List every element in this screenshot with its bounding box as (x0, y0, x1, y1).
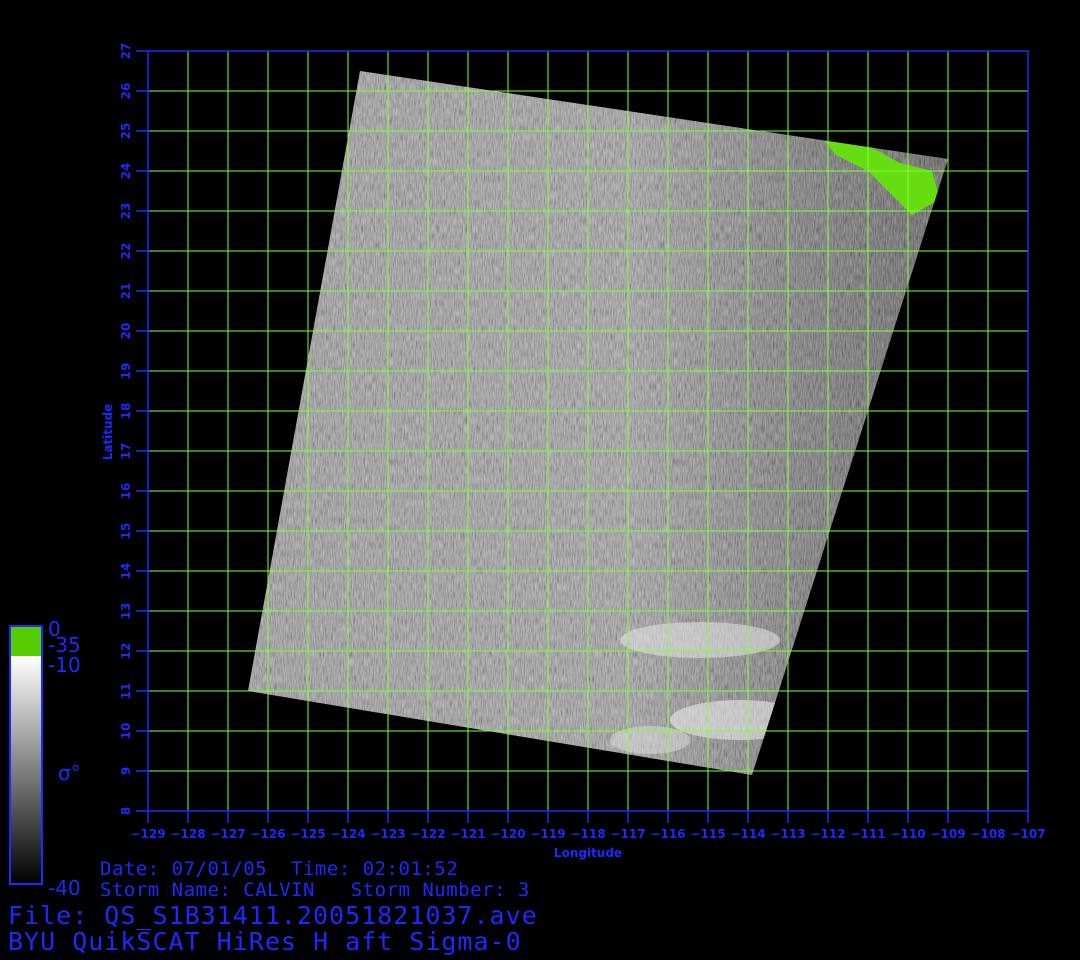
lon-tick-label: −128 (170, 827, 205, 841)
lat-tick-label: 25 (119, 123, 133, 140)
lat-tick-label: 13 (119, 603, 133, 620)
bright-patch (670, 700, 810, 740)
lon-tick-label: −112 (810, 827, 845, 841)
lon-tick-label: −109 (930, 827, 965, 841)
colorbar-top-swatch (10, 626, 42, 656)
lon-tick-label: −114 (730, 827, 765, 841)
bright-patch (610, 726, 690, 754)
lon-tick-label: −123 (370, 827, 405, 841)
lon-tick-label: −122 (410, 827, 445, 841)
lat-tick-label: 17 (119, 443, 133, 460)
lat-tick-label: 26 (119, 83, 133, 100)
lon-tick-label: −115 (690, 827, 725, 841)
lat-tick-label: 9 (119, 767, 133, 775)
storm-info-line: Storm Name: CALVIN Storm Number: 3 (100, 879, 530, 901)
longitude-tick-labels: −129 −128 −127 −126 −125 −124 −123 −122 −121 −120… (130, 827, 1045, 841)
file-name-line: File: QS_S1B31411.20051821037.ave (8, 901, 538, 930)
lon-tick-label: −124 (330, 827, 365, 841)
date-time-line: Date: 07/01/05 Time: 02:01:52 (100, 858, 459, 880)
lon-tick-label: −125 (290, 827, 325, 841)
lat-tick-label: 11 (119, 683, 133, 700)
lat-tick-label: 19 (119, 363, 133, 380)
lon-tick-label: −129 (130, 827, 165, 841)
lat-tick-label: 22 (119, 243, 133, 260)
lat-tick-label: 24 (119, 163, 133, 180)
map-figure: −129 −128 −127 −126 −125 −124 −123 −122 −121 −120… (9, 43, 1046, 900)
lat-tick-label: 23 (119, 203, 133, 220)
lon-tick-label: −117 (610, 827, 645, 841)
lon-tick-label: −126 (250, 827, 285, 841)
lon-tick-label: −107 (1010, 827, 1045, 841)
lat-tick-label: 16 (119, 483, 133, 500)
lon-tick-label: −108 (970, 827, 1005, 841)
lon-tick-label: −118 (570, 827, 605, 841)
lat-tick-label: 21 (119, 283, 133, 300)
lat-tick-label: 12 (119, 643, 133, 660)
colorbar-label-minus10: -10 (48, 653, 81, 677)
colorbar-sigma-symbol: σ° (58, 761, 81, 785)
colorbar: 0 -35 -10 -40 σ° (9, 617, 81, 900)
lon-tick-label: −113 (770, 827, 805, 841)
colorbar-label-minus40: -40 (48, 876, 81, 900)
lon-tick-label: −111 (850, 827, 885, 841)
lat-tick-label: 10 (119, 723, 133, 740)
bright-patch (620, 622, 780, 658)
lat-tick-label: 8 (119, 807, 133, 815)
lon-tick-label: −116 (650, 827, 685, 841)
lon-tick-label: −119 (530, 827, 565, 841)
y-axis-title: Latitude (101, 404, 115, 461)
x-axis-title: Longitude (554, 846, 622, 860)
latitude-tick-labels: 8 9 10 11 12 13 14 15 16 17 18 19 20 21 22 23 24 25 26 27 (119, 43, 133, 816)
lon-tick-label: −121 (450, 827, 485, 841)
lat-tick-label: 20 (119, 323, 133, 340)
lat-tick-label: 15 (119, 523, 133, 540)
lat-tick-label: 27 (119, 43, 133, 60)
lon-tick-label: −110 (890, 827, 925, 841)
lat-tick-label: 14 (119, 563, 133, 580)
lon-tick-label: −127 (210, 827, 245, 841)
product-title-line: BYU QuikSCAT HiRes H aft Sigma-0 (8, 927, 522, 956)
lon-tick-label: −120 (490, 827, 525, 841)
lat-tick-label: 18 (119, 403, 133, 420)
colorbar-gradient (10, 656, 42, 884)
